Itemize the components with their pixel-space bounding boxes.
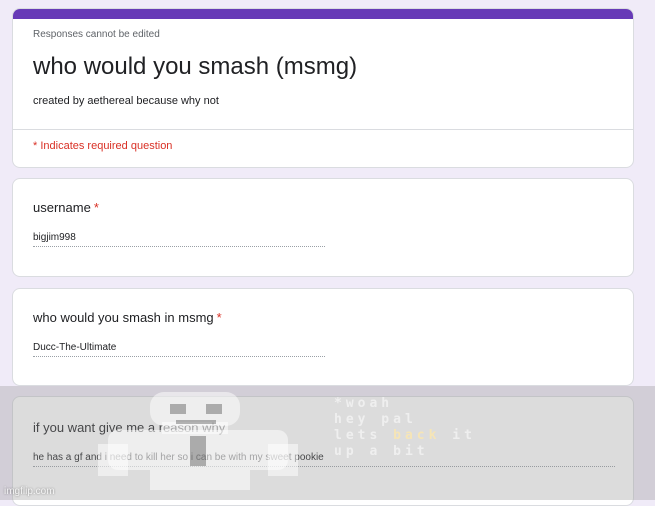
answer-field-smash[interactable]: Ducc-The-Ultimate [33, 342, 325, 357]
divider [13, 129, 633, 130]
meme-line: *woah [334, 396, 394, 411]
accent-bar [13, 9, 633, 19]
meme-line: lets back it [334, 428, 476, 443]
meme-caption: *woah hey pal lets back it up a bit [334, 396, 476, 460]
required-star: * [93, 200, 99, 215]
question-label: who would you smash in msmg * [33, 310, 222, 325]
meme-line: up a bit [334, 444, 429, 459]
answer-field-reason[interactable]: he has a gf and i need to kill her so i … [33, 452, 615, 467]
question-card-reason: if you want give me a reason why he has … [12, 396, 634, 506]
required-indicator-note: * Indicates required question [33, 140, 173, 152]
meme-highlight: back [393, 428, 441, 443]
form-description: created by aethereal because why not [33, 95, 219, 107]
question-label: if you want give me a reason why [33, 420, 226, 435]
question-card-username: username * bigjim998 [12, 178, 634, 277]
form-title: who would you smash (msmg) [33, 53, 358, 80]
question-card-smash: who would you smash in msmg * Ducc-The-Ul… [12, 288, 634, 386]
imgflip-watermark: imgflip.com [4, 486, 55, 497]
question-label: username * [33, 200, 99, 215]
form-header-card: Responses cannot be edited who would you… [12, 8, 634, 168]
meme-line: hey pal [334, 412, 417, 427]
responses-note: Responses cannot be edited [33, 29, 160, 40]
answer-field-username[interactable]: bigjim998 [33, 232, 325, 247]
required-star: * [216, 310, 222, 325]
